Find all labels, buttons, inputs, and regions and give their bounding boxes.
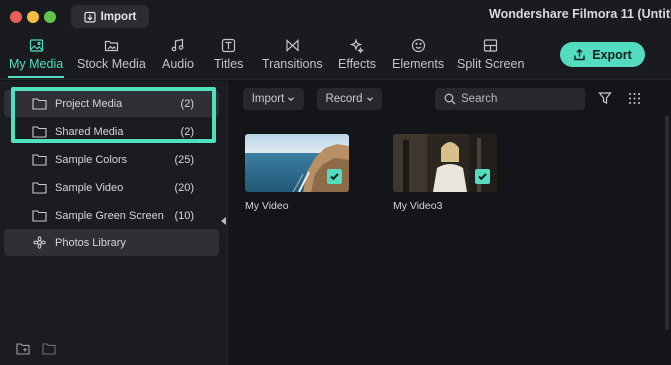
tab-my-media[interactable]: My Media [9,38,63,71]
photos-icon [33,236,46,249]
tab-label: Split Screen [457,57,525,71]
tab-label: Stock Media [77,57,146,71]
tab-label: Elements [392,57,445,71]
transition-icon [286,39,299,52]
new-folder-icon[interactable] [16,342,30,355]
chevron-down-icon [366,97,373,102]
sidebar-item-photos-library[interactable]: Photos Library [4,229,219,256]
checked-icon [475,169,490,184]
image-icon [29,39,43,52]
tab-label: My Media [9,57,64,71]
tab-audio[interactable]: Audio [162,38,194,71]
sidebar-item-sample-green-screen[interactable]: Sample Green Screen (10) [4,202,219,229]
text-icon [222,38,236,53]
record-dropdown-label: Record [325,93,363,105]
window-title: Wondershare Filmora 11 (Untitl [489,7,671,21]
sidebar-item-sample-video[interactable]: Sample Video (20) [4,174,219,201]
search-input[interactable]: Search [435,88,585,110]
tab-split-screen[interactable]: Split Screen [457,38,524,71]
sidebar-item-label: Photos Library [55,237,126,249]
minimize-window-button[interactable] [27,11,39,23]
tab-label: Transitions [262,57,323,71]
maximize-window-button[interactable] [44,11,56,23]
sparkle-icon [350,38,365,53]
sidebar-footer [16,342,56,355]
sidebar-item-count: (10) [174,210,194,222]
title-bar: Import Wondershare Filmora 11 (Untitl [0,0,671,32]
active-tab-indicator [8,76,64,78]
media-tab-bar: My Media Stock Media Audio Titles Transi… [0,32,671,80]
export-button[interactable]: Export [560,42,645,67]
media-label: My Video [245,200,289,212]
tab-label: Effects [338,57,376,71]
search-placeholder: Search [461,93,498,105]
collapse-sidebar-arrow-icon[interactable] [221,217,226,225]
sidebar-item-sample-colors[interactable]: Sample Colors (25) [4,146,219,173]
sidebar-item-label: Sample Green Screen [55,210,164,222]
filter-icon[interactable] [598,91,612,105]
sidebar-item-count: (25) [174,154,194,166]
tab-transitions[interactable]: Transitions [262,38,323,71]
import-dropdown[interactable]: Import [243,88,304,110]
tab-label: Titles [214,57,244,71]
grid-view-icon[interactable] [628,92,641,105]
music-icon [172,38,184,52]
chevron-down-icon [288,97,295,102]
content-scrollbar[interactable] [665,115,669,330]
record-dropdown[interactable]: Record [317,88,382,110]
tab-elements[interactable]: Elements [392,38,444,71]
folder-icon [32,154,47,166]
folder-image-icon [104,40,118,52]
highlight-box [11,87,216,143]
import-button[interactable]: Import [71,5,149,28]
folder-outline-icon[interactable] [42,342,56,355]
import-dropdown-label: Import [251,93,285,105]
tab-stock-media[interactable]: Stock Media [77,38,146,71]
smile-icon [411,38,425,53]
checked-icon [327,169,342,184]
export-icon [574,48,585,61]
sidebar-item-label: Sample Video [55,182,124,194]
tab-titles[interactable]: Titles [214,38,243,71]
close-window-button[interactable] [10,11,22,23]
search-icon [444,93,456,105]
media-content-area [229,81,671,365]
import-icon [84,11,96,23]
folder-icon [32,210,47,222]
import-button-label: Import [100,10,137,23]
sidebar-item-count: (20) [174,182,194,194]
export-button-label: Export [592,47,632,62]
media-label: My Video3 [393,200,443,212]
tab-label: Audio [162,57,194,71]
sidebar-item-label: Sample Colors [55,154,128,166]
folder-icon [32,182,47,194]
tab-effects[interactable]: Effects [338,38,376,71]
split-screen-icon [484,39,498,52]
